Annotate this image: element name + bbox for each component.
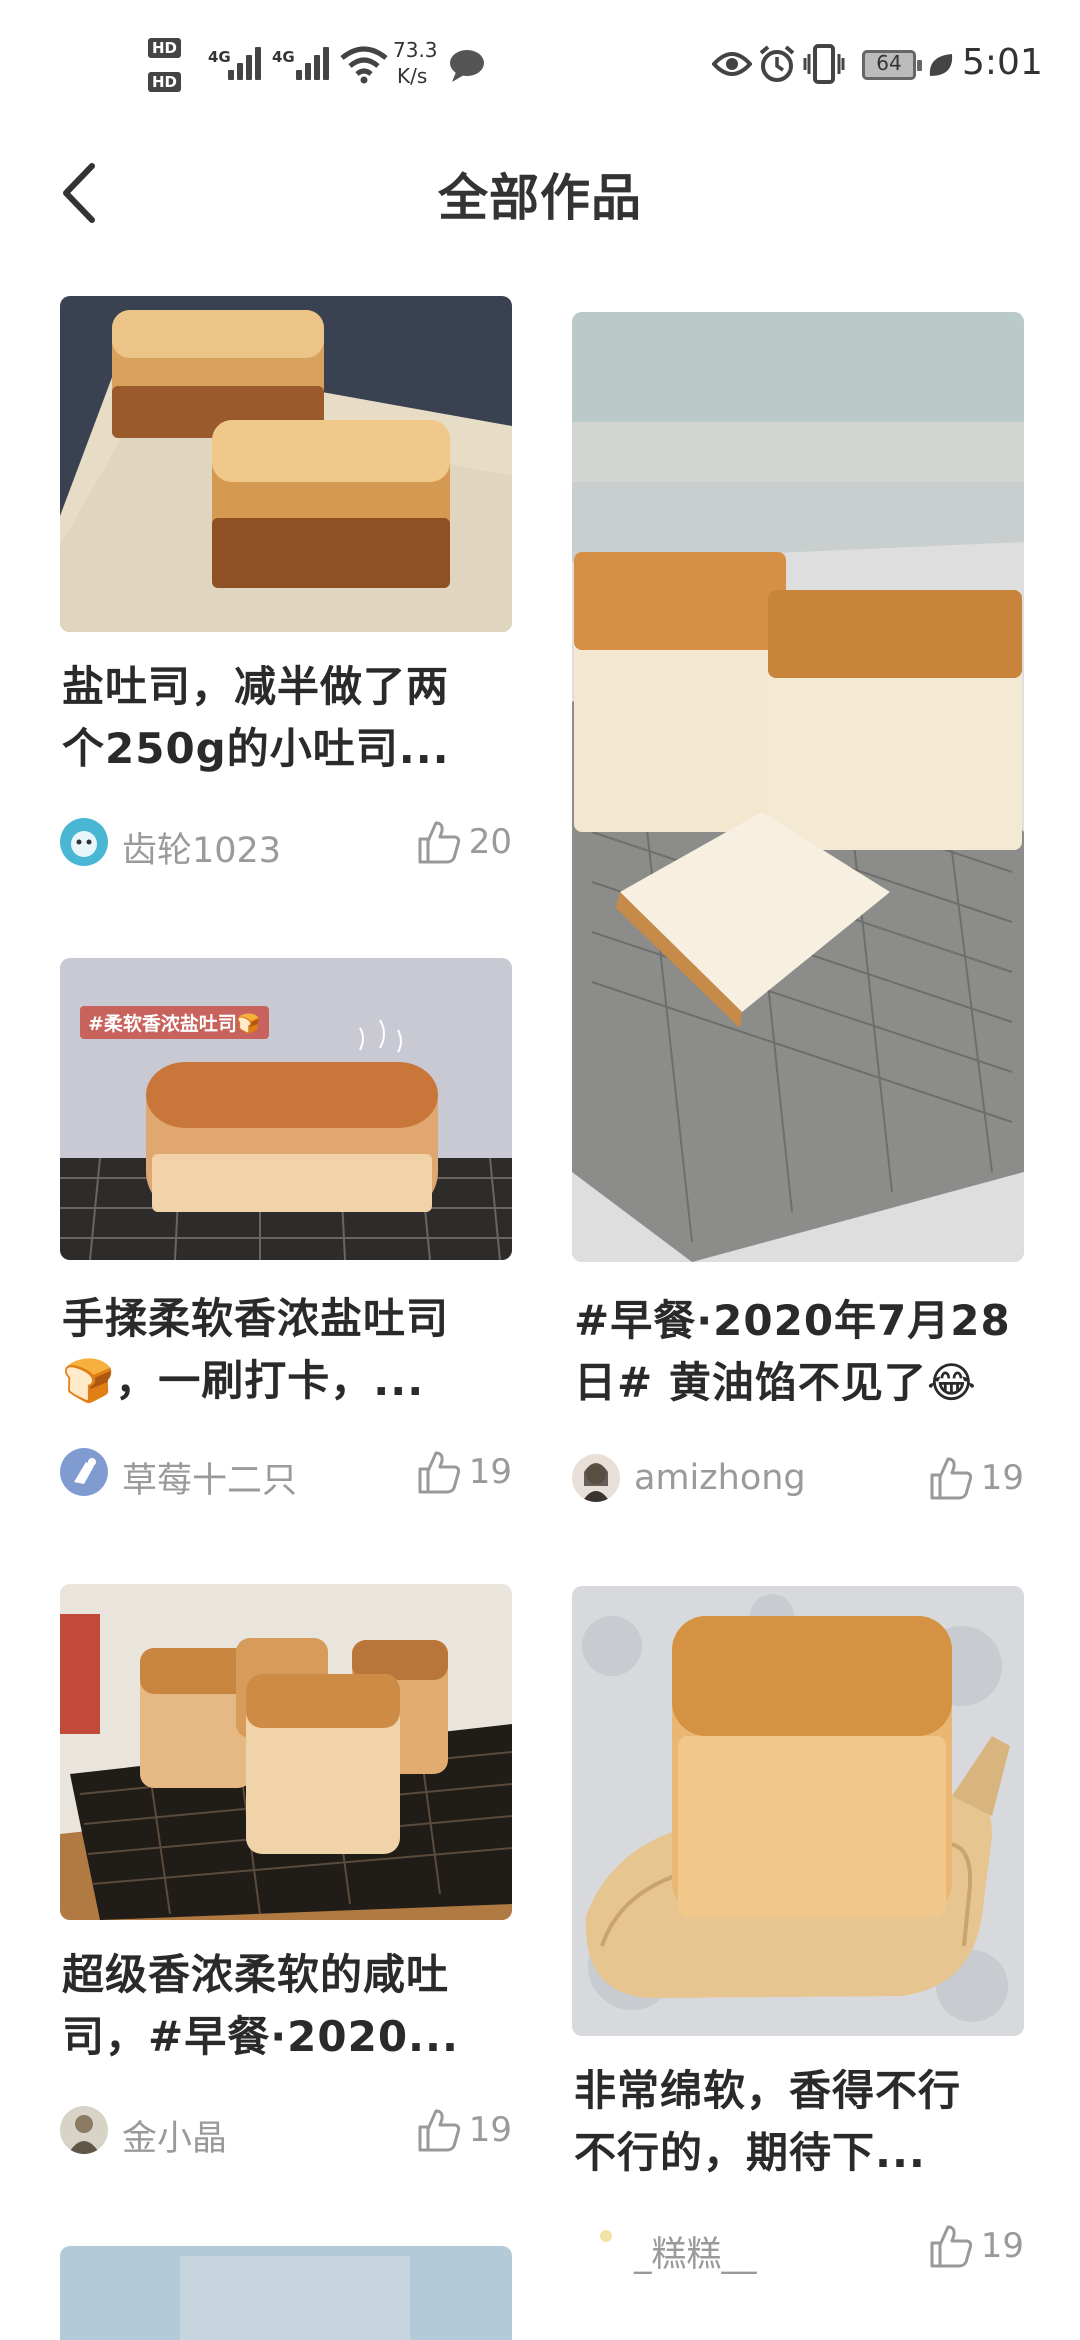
thumbs-up-icon — [930, 2225, 972, 2268]
post-meta: _糕糕__ 19 — [572, 2216, 1024, 2276]
post-title-line-1: 非常绵软，香得不行 — [574, 2066, 962, 2115]
avatar[interactable] — [60, 818, 108, 866]
hd-badge-2: HD — [148, 72, 182, 92]
post-title-line-2: 个250g的小吐司... — [62, 724, 450, 773]
like-count: 19 — [980, 2226, 1024, 2266]
post-meta: 草莓十二只 19 — [60, 1442, 512, 1502]
alarm-icon — [759, 45, 795, 82]
post-meta: amizhong 19 — [572, 1448, 1024, 1508]
thumbs-up-icon — [930, 1457, 972, 1500]
image-tag: #柔软香浓盐吐司🍞 — [80, 1006, 269, 1039]
like-button[interactable]: 19 — [417, 1446, 512, 1498]
signal-strength-1-icon — [228, 46, 262, 80]
post-title[interactable]: 超级香浓柔软的咸吐 司，#早餐·2020... — [62, 1944, 514, 2068]
post-image[interactable] — [60, 296, 512, 632]
username[interactable]: 草莓十二只 — [122, 1452, 297, 1503]
avatar[interactable] — [60, 1448, 108, 1496]
chat-bubble-icon — [450, 50, 484, 82]
post-title-line-1: #早餐·2020年7月28 — [574, 1296, 1011, 1345]
post-title-line-2: 司，#早餐·2020... — [62, 2012, 459, 2061]
post-title[interactable]: 手揉柔软香浓盐吐司 🍞，一刷打卡，... — [62, 1288, 514, 1412]
eye-icon — [712, 52, 752, 76]
avatar[interactable] — [572, 1454, 620, 1502]
like-button[interactable]: 19 — [929, 1452, 1024, 1504]
post-title-line-1: 超级香浓柔软的咸吐 — [62, 1950, 450, 1999]
like-count: 19 — [980, 1458, 1024, 1498]
signal-strength-2-icon — [296, 46, 330, 80]
thumbs-up-icon — [418, 821, 460, 864]
post-title[interactable]: 非常绵软，香得不行 不行的，期待下... — [574, 2060, 1026, 2184]
thumbs-up-icon — [418, 1451, 460, 1494]
avatar[interactable] — [572, 2222, 620, 2270]
status-bar: HD HD 4G 4G 73.3 K/s 64 5:01 — [0, 0, 1080, 130]
net-speed-value: 73.3 — [393, 38, 438, 62]
thumbs-up-icon — [418, 2109, 460, 2152]
post-title[interactable]: 盐吐司，减半做了两 个250g的小吐司... — [62, 656, 514, 780]
leaf-icon — [929, 54, 953, 76]
net-speed-unit: K/s — [397, 64, 428, 88]
like-count: 19 — [468, 1452, 512, 1492]
like-button[interactable]: 19 — [417, 2104, 512, 2156]
post-image[interactable] — [60, 1584, 512, 1920]
post-image[interactable]: #柔软香浓盐吐司🍞 — [60, 958, 512, 1260]
post-image[interactable] — [572, 1586, 1024, 2036]
like-count: 19 — [468, 2110, 512, 2150]
post-title-line-1: 手揉柔软香浓盐吐司 — [62, 1294, 450, 1343]
like-button[interactable]: 19 — [929, 2220, 1024, 2272]
avatar[interactable] — [60, 2106, 108, 2154]
like-count: 20 — [468, 822, 512, 862]
post-image[interactable] — [572, 312, 1024, 1262]
username[interactable]: amizhong — [634, 1458, 806, 1498]
post-image[interactable] — [60, 2246, 512, 2340]
battery-level: 64 — [876, 51, 902, 75]
post-card[interactable] — [60, 2246, 512, 2340]
network-type-2: 4G — [272, 48, 295, 66]
page-title: 全部作品 — [438, 169, 642, 227]
wifi-icon — [340, 46, 388, 84]
post-title[interactable]: #早餐·2020年7月28 日# 黄油馅不见了😂 — [574, 1290, 1026, 1414]
post-meta: 齿轮1023 20 — [60, 812, 512, 872]
username[interactable]: _糕糕__ — [634, 2226, 757, 2277]
battery-icon: 64 — [862, 50, 922, 80]
vibrate-icon — [803, 44, 845, 84]
like-button[interactable]: 20 — [417, 816, 512, 868]
post-title-line-2: 日# 黄油馅不见了😂 — [574, 1358, 977, 1407]
username[interactable]: 齿轮1023 — [122, 822, 281, 873]
username[interactable]: 金小晶 — [122, 2110, 227, 2161]
clock-time: 5:01 — [962, 42, 1043, 83]
post-title-line-2: 🍞，一刷打卡，... — [62, 1356, 425, 1405]
post-title-line-1: 盐吐司，减半做了两 — [62, 662, 450, 711]
hd-badge-1: HD — [148, 38, 182, 58]
post-meta: 金小晶 19 — [60, 2100, 512, 2160]
post-title-line-2: 不行的，期待下... — [574, 2128, 926, 2177]
